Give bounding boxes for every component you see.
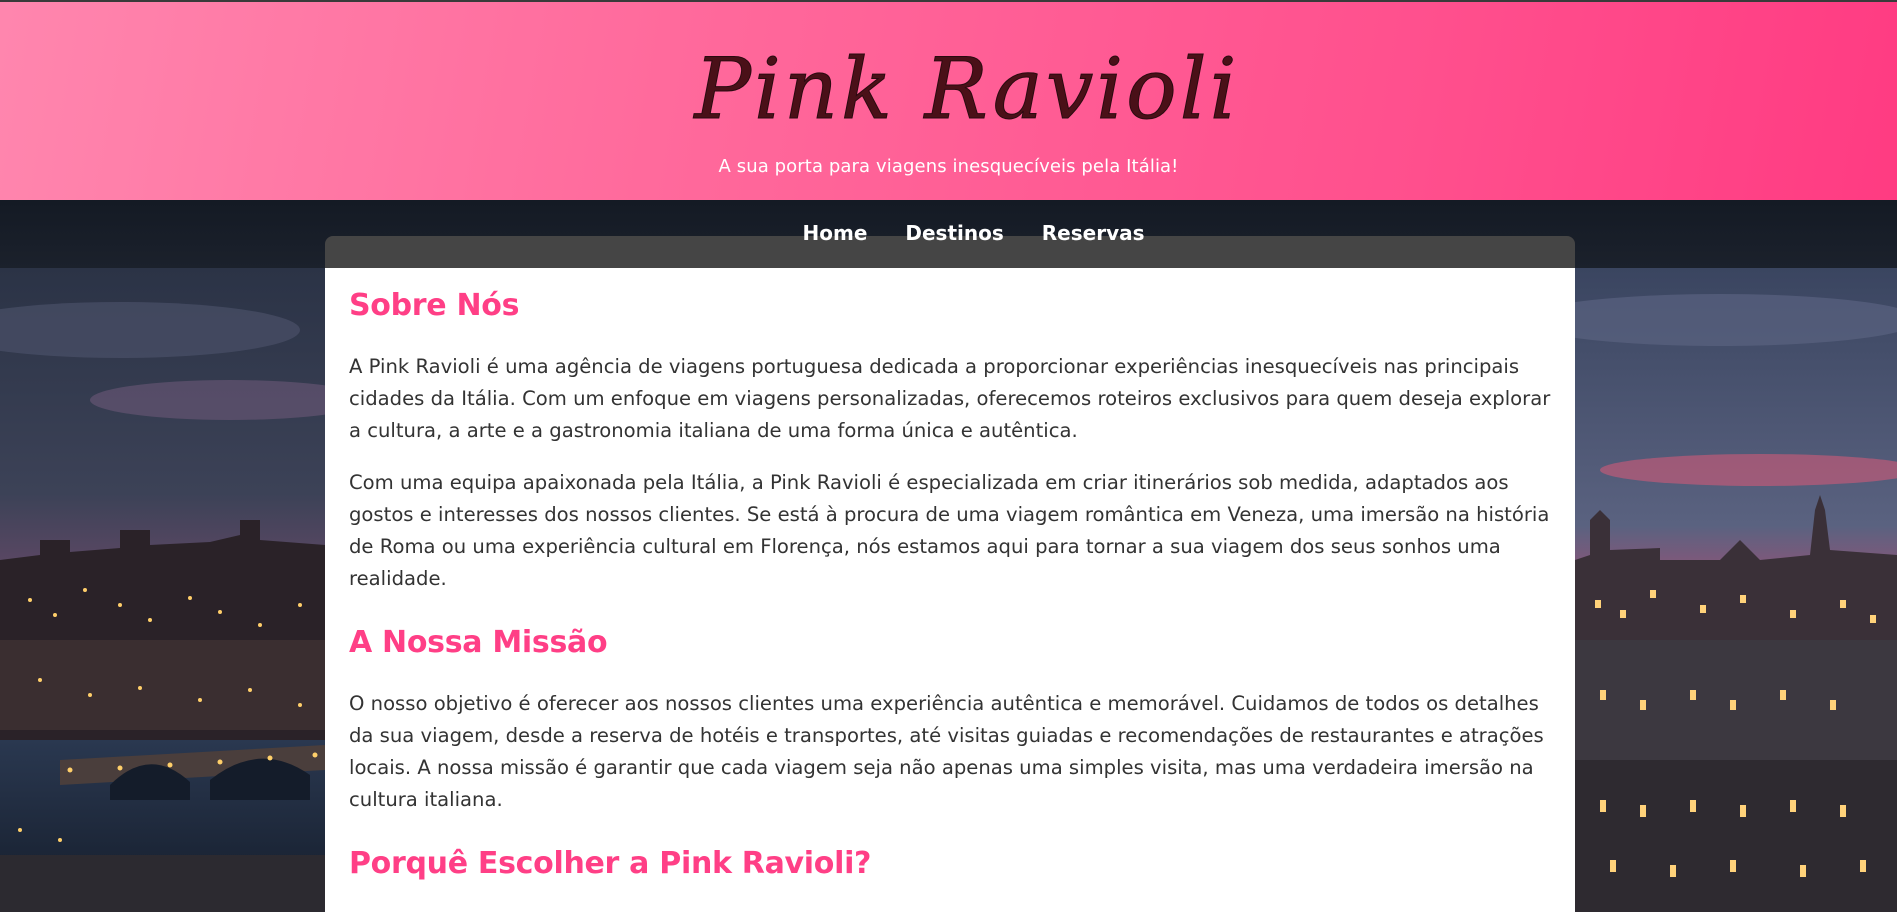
section-title-missao: A Nossa Missão (349, 625, 608, 660)
nav-link-destinos[interactable]: Destinos (905, 221, 1003, 245)
page: Pink Ravioli A sua porta para viagens in… (0, 0, 1897, 912)
logo[interactable]: Pink Ravioli (0, 20, 1897, 140)
nav-link-home[interactable]: Home (803, 221, 868, 245)
section-title-sobre-nos: Sobre Nós (349, 288, 520, 323)
section-title-porque: Porquê Escolher a Pink Ravioli? (349, 846, 872, 881)
site-header: Pink Ravioli A sua porta para viagens in… (0, 0, 1897, 200)
main-nav: Home Destinos Reservas (0, 221, 1897, 245)
section-paragraph: O nosso objetivo é oferecer aos nossos c… (349, 692, 1544, 811)
content-card: Sobre Nós A Pink Ravioli é uma agência d… (325, 268, 1575, 912)
nav-link-reservas[interactable]: Reservas (1042, 221, 1145, 245)
tagline: A sua porta para viagens inesquecíveis p… (718, 156, 1179, 177)
section-paragraph: A Pink Ravioli é uma agência de viagens … (349, 355, 1551, 442)
section-paragraph: Com uma equipa apaixonada pela Itália, a… (349, 471, 1550, 590)
logo-text: Pink Ravioli (693, 40, 1240, 138)
